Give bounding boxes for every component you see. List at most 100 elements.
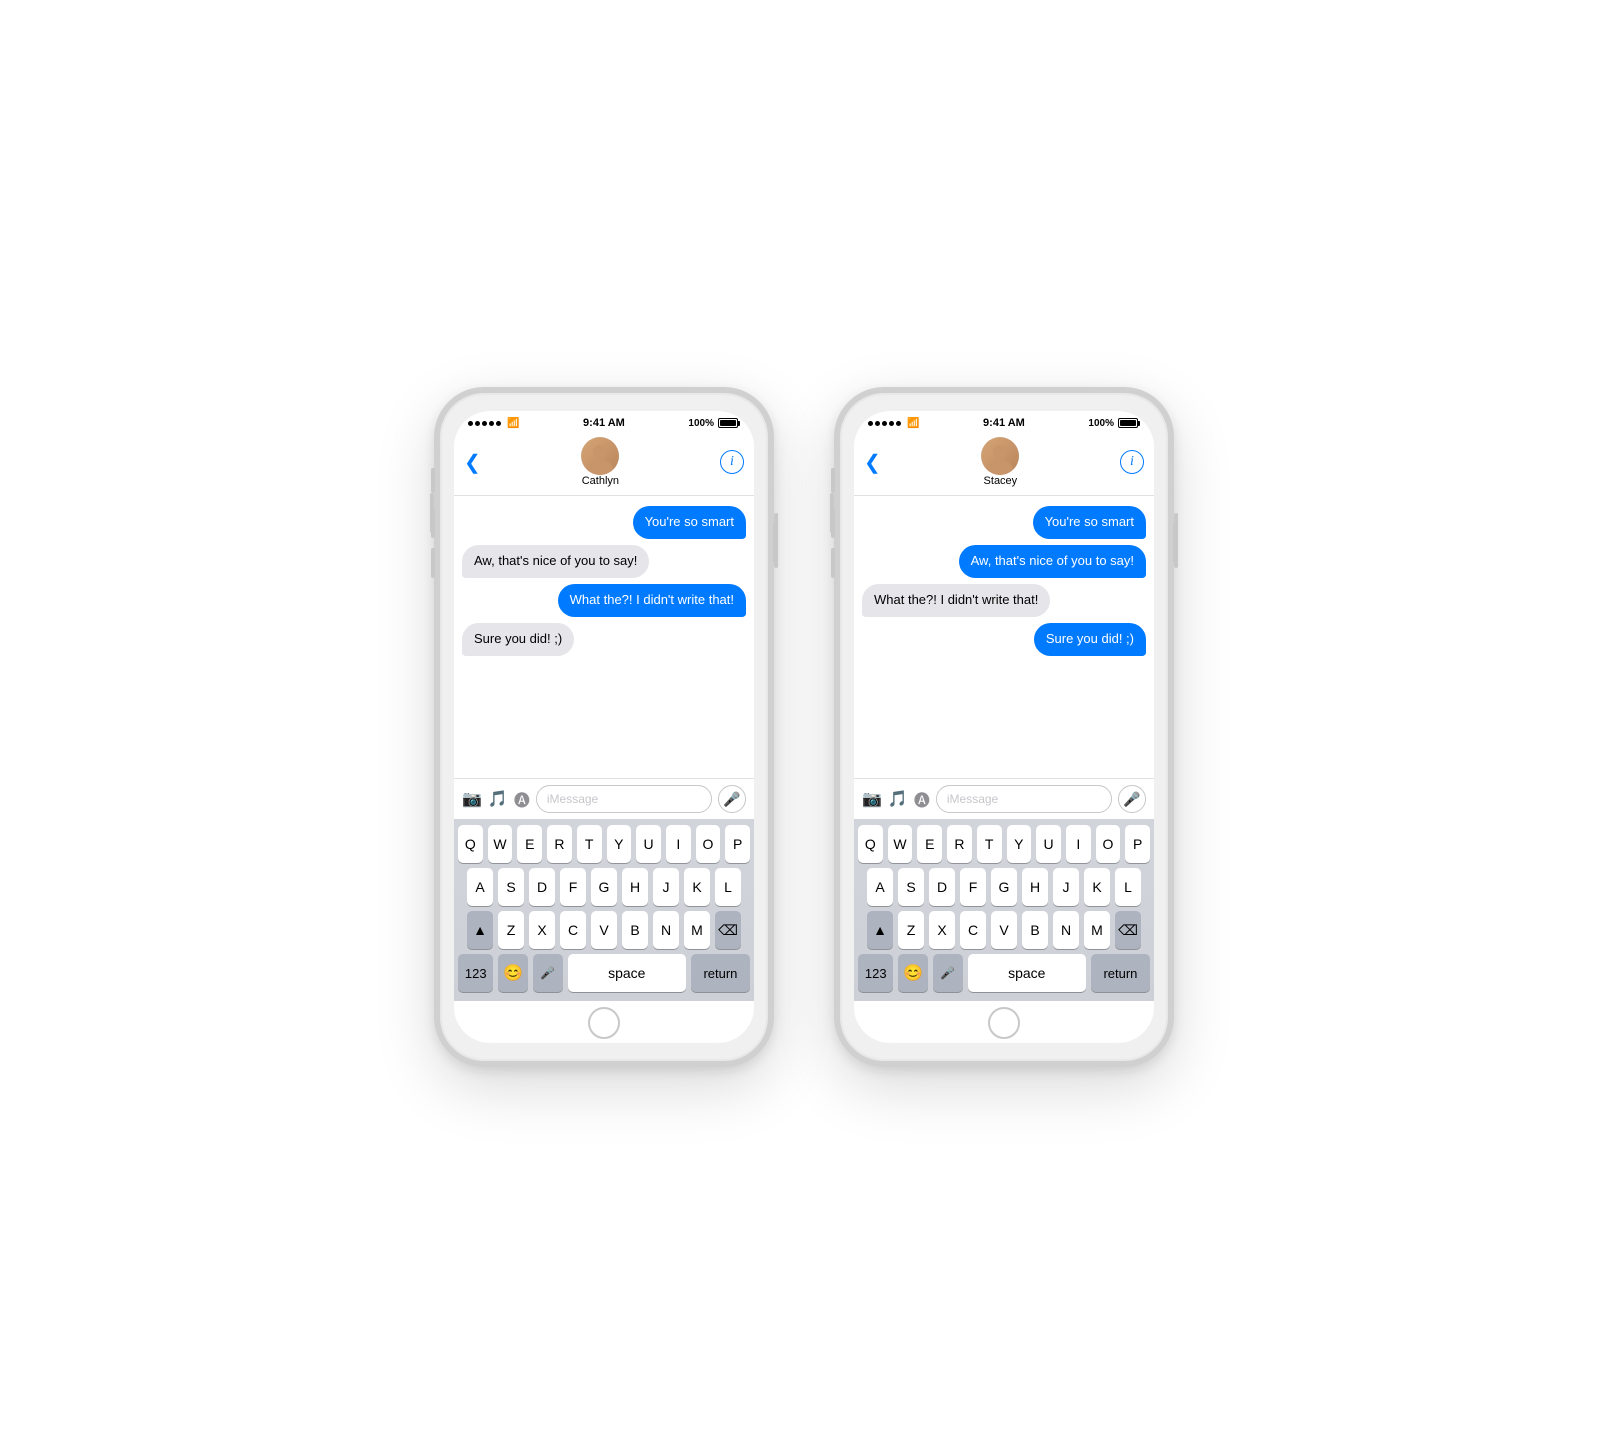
- message-row: Aw, that's nice of you to say!: [462, 545, 746, 578]
- key-r-left[interactable]: R: [547, 825, 572, 863]
- key-z-left[interactable]: Z: [498, 911, 524, 949]
- key-backspace-left[interactable]: ⌫: [715, 911, 741, 949]
- key-mic-left[interactable]: 🎤: [533, 954, 563, 992]
- key-shift-left[interactable]: ▲: [467, 911, 493, 949]
- key-c-right[interactable]: C: [960, 911, 986, 949]
- key-d-left[interactable]: D: [529, 868, 555, 906]
- key-j-right[interactable]: J: [1053, 868, 1079, 906]
- bubble-sent-2-right[interactable]: Aw, that's nice of you to say!: [959, 545, 1146, 578]
- key-a-right[interactable]: A: [867, 868, 893, 906]
- key-g-right[interactable]: G: [991, 868, 1017, 906]
- key-k-right[interactable]: K: [1084, 868, 1110, 906]
- key-z-right[interactable]: Z: [898, 911, 924, 949]
- key-i-right[interactable]: I: [1066, 825, 1091, 863]
- key-u-left[interactable]: U: [636, 825, 661, 863]
- key-u-right[interactable]: U: [1036, 825, 1061, 863]
- key-n-right[interactable]: N: [1053, 911, 1079, 949]
- bubble-sent-4-right[interactable]: Sure you did! ;): [1034, 623, 1146, 656]
- imessage-input-left[interactable]: iMessage: [536, 785, 712, 813]
- key-t-left[interactable]: T: [577, 825, 602, 863]
- bubble-sent-1-left[interactable]: You're so smart: [633, 506, 746, 539]
- key-j-left[interactable]: J: [653, 868, 679, 906]
- key-l-left[interactable]: L: [715, 868, 741, 906]
- input-placeholder-right: iMessage: [947, 792, 998, 806]
- power-button-right: [1173, 523, 1177, 563]
- key-m-left[interactable]: M: [684, 911, 710, 949]
- info-button-left[interactable]: i: [720, 450, 744, 474]
- message-row: What the?! I didn't write that!: [862, 584, 1146, 617]
- key-a-left[interactable]: A: [467, 868, 493, 906]
- bubble-received-2-left[interactable]: Aw, that's nice of you to say!: [462, 545, 649, 578]
- back-button-left[interactable]: ❮: [464, 450, 481, 475]
- message-row: You're so smart: [862, 506, 1146, 539]
- key-mic-right[interactable]: 🎤: [933, 954, 963, 992]
- key-r-right[interactable]: R: [947, 825, 972, 863]
- key-shift-right[interactable]: ▲: [867, 911, 893, 949]
- key-space-left[interactable]: space: [568, 954, 686, 992]
- imessage-input-right[interactable]: iMessage: [936, 785, 1112, 813]
- key-f-right[interactable]: F: [960, 868, 986, 906]
- key-o-right[interactable]: O: [1096, 825, 1121, 863]
- key-t-right[interactable]: T: [977, 825, 1002, 863]
- key-g-left[interactable]: G: [591, 868, 617, 906]
- mic-button-right[interactable]: 🎤: [1118, 785, 1146, 813]
- apps-icon-right[interactable]: 🅐: [914, 787, 930, 811]
- camera-icon-right[interactable]: 📷: [862, 789, 882, 809]
- bubble-received-4-left[interactable]: Sure you did! ;): [462, 623, 574, 656]
- key-y-left[interactable]: Y: [607, 825, 632, 863]
- key-q-right[interactable]: Q: [858, 825, 883, 863]
- key-h-right[interactable]: H: [1022, 868, 1048, 906]
- key-s-left[interactable]: S: [498, 868, 524, 906]
- key-emoji-right[interactable]: 😊: [898, 954, 928, 992]
- key-s-right[interactable]: S: [898, 868, 924, 906]
- wifi-icon-left: 📶: [507, 418, 519, 429]
- heart-icon-right[interactable]: 🎵: [888, 789, 908, 809]
- keyboard-row-zxcv-left: ▲ Z X C V B N M ⌫: [458, 911, 750, 949]
- camera-icon-left[interactable]: 📷: [462, 789, 482, 809]
- key-b-right[interactable]: B: [1022, 911, 1048, 949]
- key-p-left[interactable]: P: [725, 825, 750, 863]
- info-button-right[interactable]: i: [1120, 450, 1144, 474]
- key-emoji-left[interactable]: 😊: [498, 954, 528, 992]
- key-c-left[interactable]: C: [560, 911, 586, 949]
- signal-icon-right: [868, 421, 901, 426]
- key-i-left[interactable]: I: [666, 825, 691, 863]
- key-n-left[interactable]: N: [653, 911, 679, 949]
- key-v-right[interactable]: V: [991, 911, 1017, 949]
- key-q-left[interactable]: Q: [458, 825, 483, 863]
- key-space-right[interactable]: space: [968, 954, 1086, 992]
- back-button-right[interactable]: ❮: [864, 450, 881, 475]
- key-123-left[interactable]: 123: [458, 954, 493, 992]
- mic-button-left[interactable]: 🎤: [718, 785, 746, 813]
- key-m-right[interactable]: M: [1084, 911, 1110, 949]
- bubble-sent-1-right[interactable]: You're so smart: [1033, 506, 1146, 539]
- key-b-left[interactable]: B: [622, 911, 648, 949]
- key-x-left[interactable]: X: [529, 911, 555, 949]
- key-return-left[interactable]: return: [691, 954, 750, 992]
- home-button-left[interactable]: [588, 1007, 620, 1039]
- keyboard-row-zxcv-right: ▲ Z X C V B N M ⌫: [858, 911, 1150, 949]
- key-return-right[interactable]: return: [1091, 954, 1150, 992]
- apps-icon-left[interactable]: 🅐: [514, 787, 530, 811]
- key-p-right[interactable]: P: [1125, 825, 1150, 863]
- key-backspace-right[interactable]: ⌫: [1115, 911, 1141, 949]
- bubble-received-3-right[interactable]: What the?! I didn't write that!: [862, 584, 1050, 617]
- key-k-left[interactable]: K: [684, 868, 710, 906]
- key-v-left[interactable]: V: [591, 911, 617, 949]
- key-123-right[interactable]: 123: [858, 954, 893, 992]
- key-w-right[interactable]: W: [888, 825, 913, 863]
- key-l-right[interactable]: L: [1115, 868, 1141, 906]
- home-button-right[interactable]: [988, 1007, 1020, 1039]
- key-x-right[interactable]: X: [929, 911, 955, 949]
- key-y-right[interactable]: Y: [1007, 825, 1032, 863]
- key-e-right[interactable]: E: [917, 825, 942, 863]
- key-d-right[interactable]: D: [929, 868, 955, 906]
- key-w-left[interactable]: W: [488, 825, 513, 863]
- key-f-left[interactable]: F: [560, 868, 586, 906]
- key-e-left[interactable]: E: [517, 825, 542, 863]
- bubble-sent-3-left[interactable]: What the?! I didn't write that!: [558, 584, 746, 617]
- home-button-area-left: [454, 1001, 754, 1043]
- key-o-left[interactable]: O: [696, 825, 721, 863]
- key-h-left[interactable]: H: [622, 868, 648, 906]
- heart-icon-left[interactable]: 🎵: [488, 789, 508, 809]
